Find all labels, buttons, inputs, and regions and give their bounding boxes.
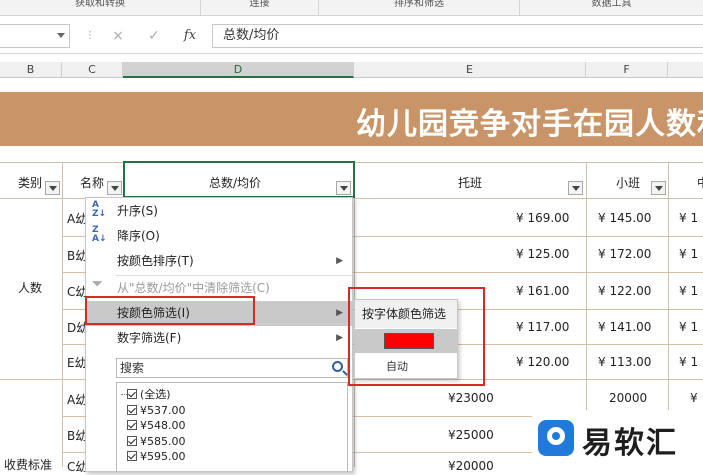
list-item[interactable]: ¥548.00 bbox=[127, 418, 186, 433]
menu-item-sort-by-color[interactable]: 按颜色排序(T) ▶ bbox=[86, 249, 352, 274]
search-placeholder: 搜索 bbox=[120, 361, 145, 375]
name-box[interactable] bbox=[0, 24, 70, 48]
xiaoban-cell[interactable]: 20000 bbox=[609, 391, 647, 405]
filter-value-list: (全选) ¥537.00 ¥548.00 ¥585.00 ¥595.00 bbox=[116, 382, 348, 472]
filter-button-xiaoban[interactable] bbox=[651, 181, 666, 195]
column-header-e[interactable]: E bbox=[354, 62, 586, 78]
watermark: 易软汇 bbox=[532, 410, 703, 467]
sort-descending-icon: Z A↓ bbox=[92, 225, 107, 244]
menu-item-label: 按颜色排序(T) bbox=[117, 254, 194, 268]
menu-item-sort-ascending[interactable]: A Z↓ 升序(S) bbox=[86, 199, 352, 224]
submenu-arrow-icon: ▶ bbox=[336, 333, 343, 343]
checkbox[interactable] bbox=[127, 420, 137, 430]
watermark-text: 易软汇 bbox=[582, 426, 678, 461]
tuoban-cell[interactable]: ¥23000 bbox=[448, 391, 494, 405]
column-header-f[interactable]: F bbox=[586, 62, 668, 78]
ribbon-group-data-tools: 数据工具 bbox=[591, 0, 632, 9]
zhong-cell[interactable]: ¥ 1 bbox=[679, 247, 698, 261]
chevron-down-icon[interactable] bbox=[57, 33, 65, 38]
formula-input[interactable]: 总数/均价 bbox=[212, 24, 703, 48]
title-banner: 幼儿园竞争对手在园人数和 bbox=[0, 92, 703, 146]
zhong-cell[interactable]: ¥ bbox=[690, 391, 698, 405]
header-zhong: 中 bbox=[697, 174, 703, 191]
zhong-cell[interactable]: ¥ 1 bbox=[679, 320, 698, 334]
sort-ascending-icon: A Z↓ bbox=[92, 200, 107, 219]
xiaoban-cell[interactable]: ¥ 172.00 bbox=[598, 247, 651, 261]
column-header-d[interactable]: D bbox=[123, 62, 354, 78]
header-xiaoban: 小班 bbox=[616, 176, 641, 190]
column-header-g[interactable] bbox=[668, 62, 703, 78]
annotation-highlight-filter-by-color bbox=[85, 296, 255, 325]
xiaoban-cell[interactable]: ¥ 122.00 bbox=[598, 284, 651, 298]
group-label-count: 人数 bbox=[18, 281, 43, 295]
column-header-b[interactable]: B bbox=[0, 62, 62, 78]
filter-button-name[interactable] bbox=[107, 181, 122, 195]
checkbox[interactable] bbox=[127, 451, 137, 461]
checkbox[interactable] bbox=[127, 389, 137, 399]
tuoban-cell[interactable]: ¥ 125.00 bbox=[516, 247, 569, 261]
submenu-arrow-icon: ▶ bbox=[336, 256, 343, 266]
xiaoban-cell[interactable]: ¥ 145.00 bbox=[598, 211, 651, 225]
banner-title: 幼儿园竞争对手在园人数和 bbox=[356, 107, 703, 142]
annotation-highlight-submenu bbox=[348, 287, 485, 386]
name-cell[interactable]: E幼 bbox=[67, 354, 87, 371]
ribbon-group-connections: 连接 bbox=[249, 0, 270, 9]
tuoban-cell[interactable]: ¥ 161.00 bbox=[516, 284, 569, 298]
header-name: 名称 bbox=[80, 176, 105, 190]
filter-button-tuoban[interactable] bbox=[568, 181, 583, 195]
header-category: 类别 bbox=[18, 176, 43, 190]
list-item[interactable]: ¥585.00 bbox=[127, 434, 186, 449]
brand-logo-icon bbox=[538, 420, 574, 456]
tuoban-cell[interactable]: ¥20000 bbox=[448, 459, 494, 473]
menu-item-label: 数字筛选(F) bbox=[117, 331, 182, 345]
tuoban-cell[interactable]: ¥ 120.00 bbox=[516, 355, 569, 369]
menu-item-number-filter[interactable]: 数字筛选(F) ▶ bbox=[86, 326, 352, 351]
xiaoban-cell[interactable]: ¥ 141.00 bbox=[598, 320, 651, 334]
ribbon-group-strip: 获取和转换 连接 排序和筛选 数据工具 bbox=[0, 0, 703, 16]
active-cell bbox=[123, 161, 355, 198]
zhong-cell[interactable]: ¥ 1 bbox=[679, 355, 698, 369]
menu-item-label: 从"总数/均价"中清除筛选(C) bbox=[117, 281, 270, 295]
ribbon-group-get-transform: 获取和转换 bbox=[75, 0, 125, 9]
tuoban-cell[interactable]: ¥25000 bbox=[448, 428, 494, 442]
column-header-c[interactable]: C bbox=[62, 62, 123, 78]
menu-item-label: 升序(S) bbox=[117, 204, 158, 218]
ribbon-group-sort-filter: 排序和筛选 bbox=[394, 0, 444, 9]
zhong-cell[interactable]: ¥ 1 bbox=[679, 211, 698, 225]
filter-search-input[interactable]: 搜索 bbox=[116, 358, 348, 378]
enter-icon[interactable]: ✓ bbox=[144, 26, 164, 46]
xiaoban-cell[interactable]: ¥ 113.00 bbox=[598, 355, 651, 369]
insert-function-icon[interactable]: fx bbox=[180, 26, 200, 46]
header-tuoban: 托班 bbox=[458, 176, 483, 190]
tuoban-cell[interactable]: ¥ 169.00 bbox=[516, 211, 569, 225]
zhong-cell[interactable]: ¥ 1 bbox=[679, 284, 698, 298]
list-item[interactable]: ¥537.00 bbox=[127, 403, 186, 418]
filter-dropdown-menu: A Z↓ 升序(S) Z A↓ 降序(O) 按颜色排序(T) ▶ ⏷ 从"总数/均价… bbox=[85, 197, 353, 472]
filter-button-category[interactable] bbox=[45, 181, 60, 195]
column-header-row: B C D E F bbox=[0, 62, 703, 78]
cancel-icon[interactable]: × bbox=[108, 26, 128, 46]
more-options-icon[interactable]: ⋮ bbox=[80, 26, 100, 46]
list-item[interactable]: ¥595.00 bbox=[127, 449, 186, 464]
submenu-arrow-icon: ▶ bbox=[336, 308, 343, 318]
search-icon[interactable] bbox=[332, 361, 343, 372]
formula-bar: ⋮ × ✓ fx 总数/均价 bbox=[0, 18, 703, 54]
checkbox[interactable] bbox=[127, 436, 137, 446]
list-item-select-all[interactable]: (全选) bbox=[121, 387, 171, 402]
grid-line bbox=[62, 162, 63, 467]
checkbox[interactable] bbox=[127, 405, 137, 415]
menu-item-sort-descending[interactable]: Z A↓ 降序(O) bbox=[86, 224, 352, 249]
group-label-fees: 收费标准 bbox=[4, 458, 53, 472]
tuoban-cell[interactable]: ¥ 117.00 bbox=[516, 320, 569, 334]
menu-item-label: 降序(O) bbox=[117, 229, 160, 243]
